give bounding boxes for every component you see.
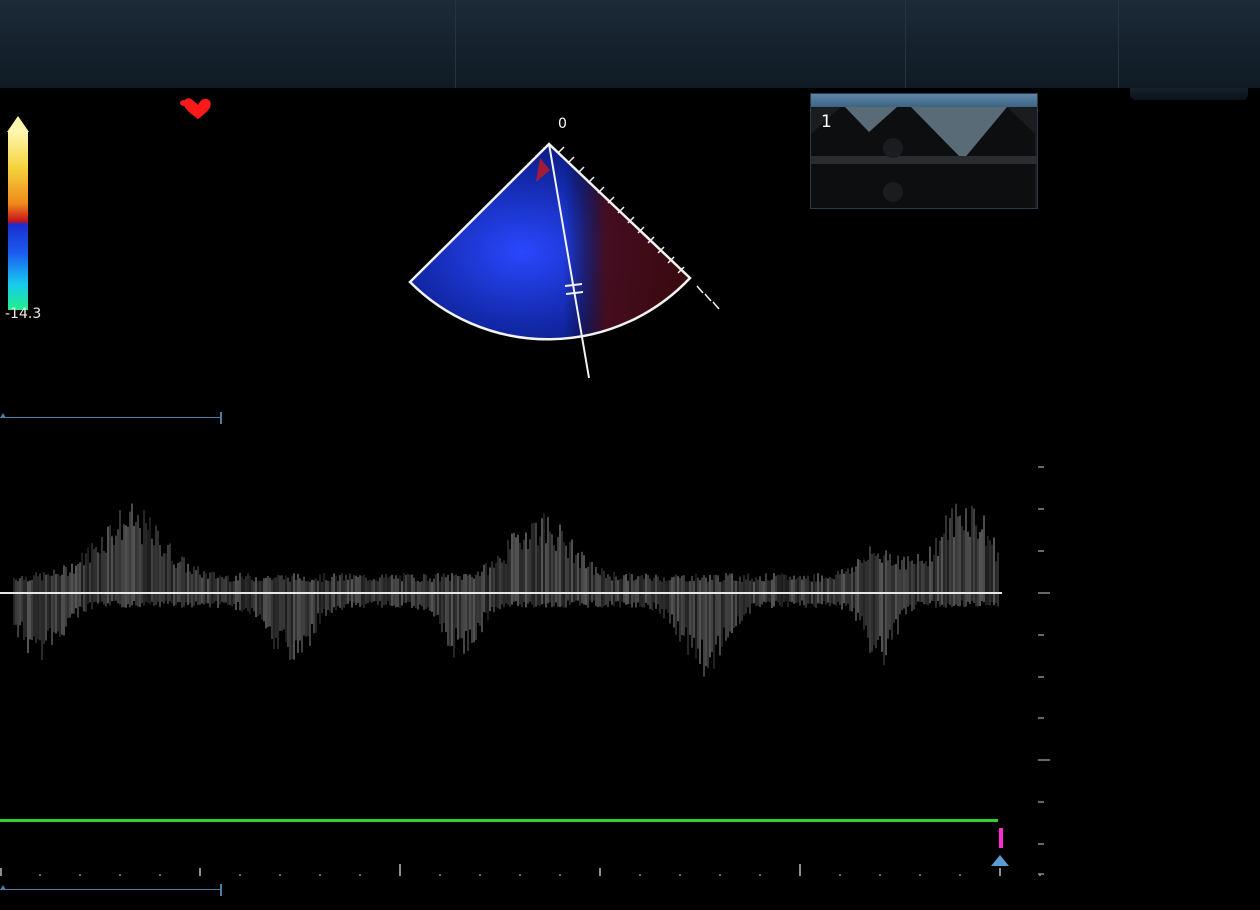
time-scale-ruler [0, 864, 1041, 876]
doppler-spectral-trace [13, 503, 999, 677]
sector-angle-label: 0 [558, 116, 567, 132]
top-toolbar [0, 0, 1260, 88]
heart-icon [180, 98, 211, 119]
ecg-trace [0, 819, 998, 822]
color-velocity-scale [8, 132, 28, 310]
panel-tab[interactable] [1130, 88, 1248, 100]
color-doppler-sector [408, 142, 720, 379]
velocity-scale-ruler [1038, 466, 1050, 875]
color-scale-cap [7, 116, 29, 132]
toolbar-section[interactable] [1118, 0, 1259, 88]
thumbnail-image [811, 107, 1037, 208]
toolbar-section[interactable] [0, 0, 456, 88]
range-segment-bottom-caps [0, 884, 222, 896]
range-segment-top-caps [0, 412, 222, 424]
toolbar-section[interactable] [455, 0, 906, 88]
thumbnail-preview[interactable] [810, 93, 1038, 209]
thumbnail-index: 1 [821, 112, 832, 132]
color-scale-min-label: -14.3 [5, 306, 42, 322]
toolbar-section[interactable] [905, 0, 1119, 88]
right-side-panel [1118, 88, 1260, 910]
spectral-baseline [0, 592, 1002, 594]
cursor-marker[interactable] [999, 828, 1003, 848]
